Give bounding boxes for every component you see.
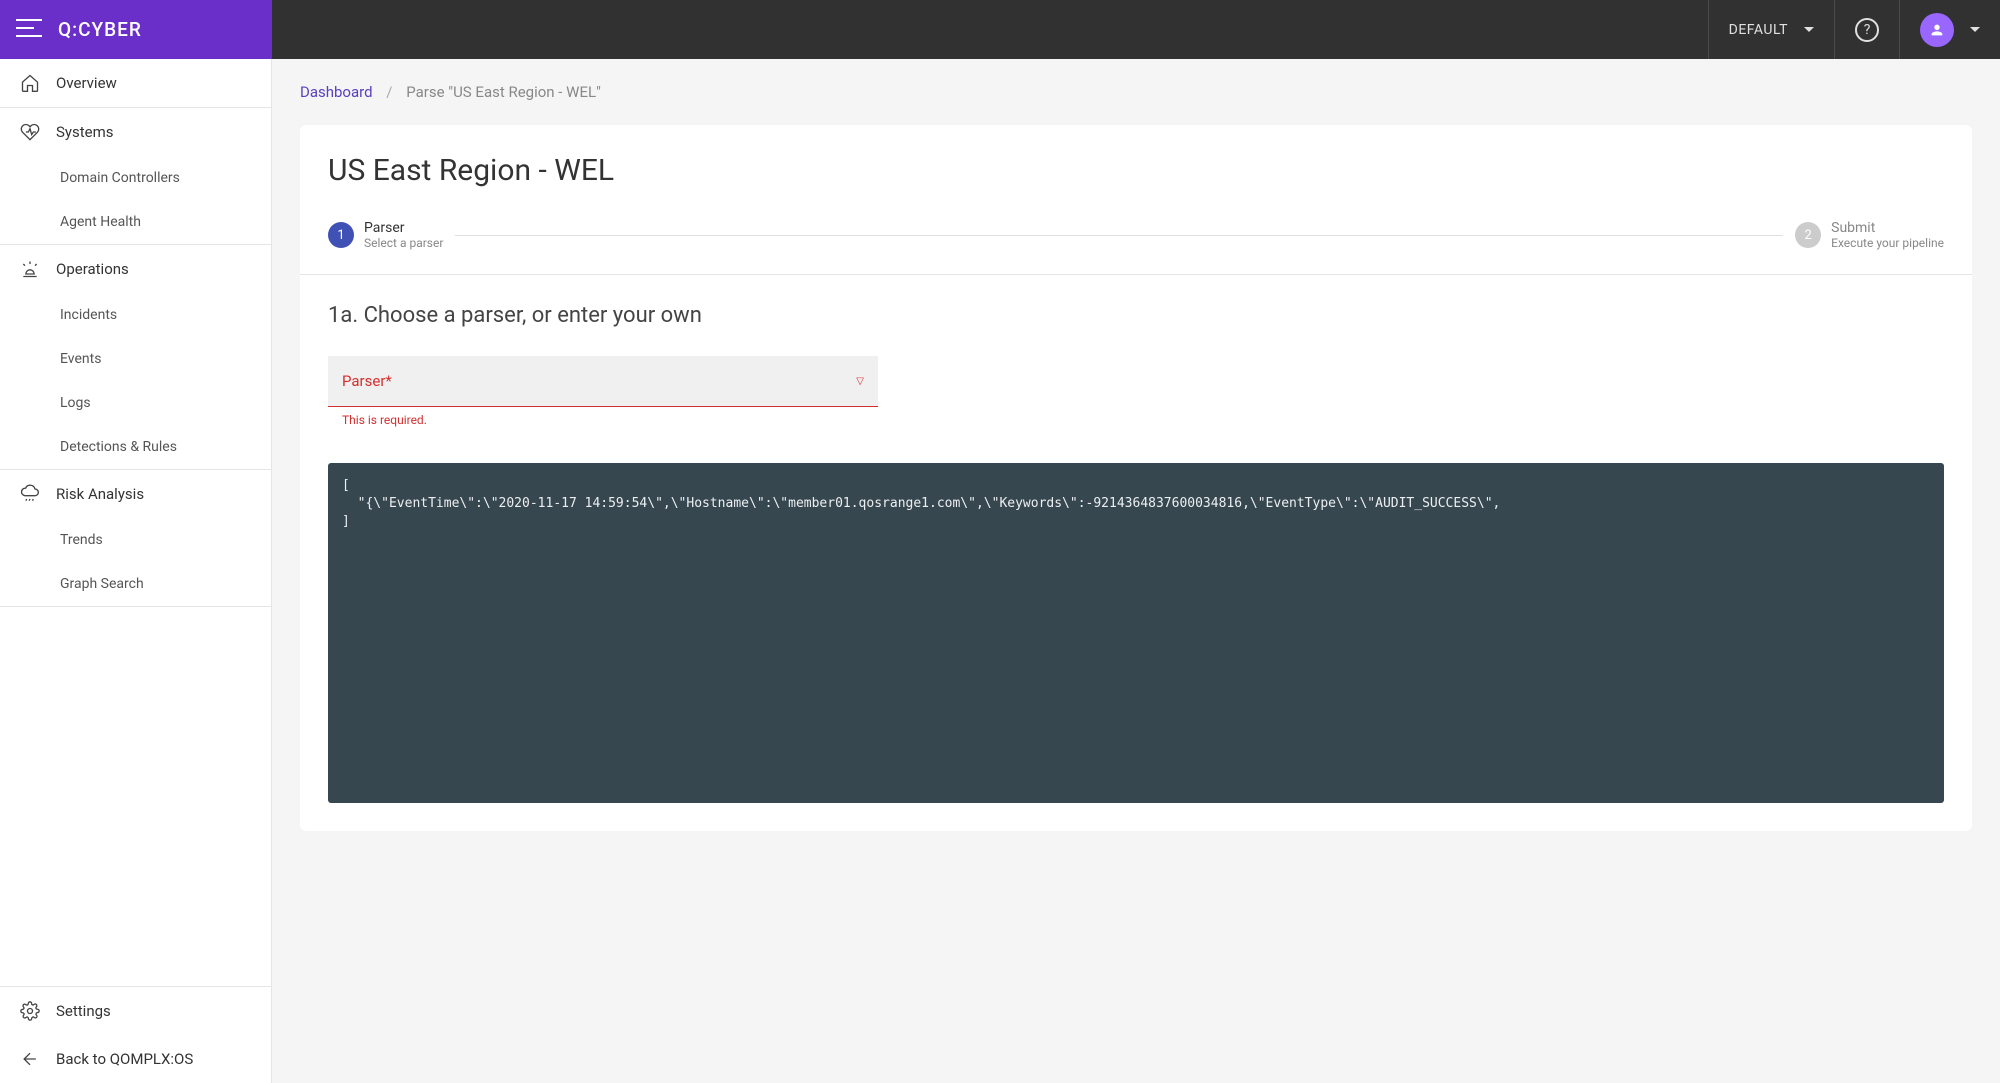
chevron-down-icon [1804, 27, 1814, 32]
step-labels: Submit Execute your pipeline [1831, 220, 1944, 250]
user-menu-button[interactable] [1899, 0, 2000, 59]
main-content: Dashboard / Parse "US East Region - WEL"… [272, 59, 2000, 1083]
brand-logo: Q:CYBER [58, 18, 142, 41]
page-title: US East Region - WEL [328, 153, 1944, 188]
breadcrumb-dashboard-link[interactable]: Dashboard [300, 83, 373, 101]
sidebar-item-label: Operations [56, 260, 129, 278]
sidebar-item-label: Risk Analysis [56, 485, 144, 503]
brand-section: Q:CYBER [0, 0, 272, 59]
sidebar-item-trends[interactable]: Trends [0, 518, 271, 562]
sidebar-item-risk-analysis[interactable]: Risk Analysis [0, 470, 271, 518]
step-subtitle: Select a parser [364, 236, 443, 250]
gear-icon [20, 1001, 40, 1021]
sidebar-item-logs[interactable]: Logs [0, 381, 271, 425]
sidebar-item-systems[interactable]: Systems [0, 108, 271, 156]
cloud-rain-icon [20, 484, 40, 504]
parser-select-label: Parser* [342, 372, 392, 390]
step-labels: Parser Select a parser [364, 220, 443, 250]
sidebar: Overview Systems Domain Controllers Agen… [0, 59, 272, 1083]
sidebar-item-graph-search[interactable]: Graph Search [0, 562, 271, 607]
sidebar-item-label: Detections & Rules [60, 439, 177, 455]
step-title: Submit [1831, 220, 1944, 236]
code-preview: [ "{\"EventTime\":\"2020-11-17 14:59:54\… [328, 463, 1944, 803]
home-icon [20, 73, 40, 93]
avatar [1920, 13, 1954, 47]
sidebar-item-label: Trends [60, 532, 103, 548]
sidebar-item-back[interactable]: Back to QOMPLX:OS [0, 1035, 271, 1083]
tenant-selector[interactable]: DEFAULT [1708, 0, 1834, 59]
chevron-down-icon [1970, 27, 1980, 32]
step-subtitle: Execute your pipeline [1831, 236, 1944, 250]
sidebar-item-domain-controllers[interactable]: Domain Controllers [0, 156, 271, 200]
help-button[interactable]: ? [1834, 0, 1899, 59]
sidebar-bottom-nav: Settings Back to QOMPLX:OS [0, 986, 271, 1083]
step-number-circle: 2 [1795, 222, 1821, 248]
breadcrumb-separator: / [386, 83, 392, 101]
sidebar-main-nav: Overview Systems Domain Controllers Agen… [0, 59, 271, 986]
header-toolbar: DEFAULT ? [272, 0, 2000, 59]
sidebar-item-label: Graph Search [60, 576, 144, 592]
step-submit[interactable]: 2 Submit Execute your pipeline [1795, 220, 1944, 250]
user-icon [1929, 22, 1945, 38]
sidebar-item-label: Domain Controllers [60, 170, 180, 186]
section-title: 1a. Choose a parser, or enter your own [328, 303, 1944, 328]
sidebar-item-label: Agent Health [60, 214, 141, 230]
stepper: 1 Parser Select a parser 2 Submit Execut… [328, 220, 1944, 250]
sidebar-item-settings[interactable]: Settings [0, 987, 271, 1035]
divider [300, 274, 1972, 275]
caret-down-icon: ▽ [856, 376, 864, 387]
step-number-circle: 1 [328, 222, 354, 248]
sidebar-item-label: Events [60, 351, 101, 367]
parser-select-trigger[interactable]: Parser* ▽ [328, 356, 878, 407]
top-header: Q:CYBER DEFAULT ? [0, 0, 2000, 59]
main-card: US East Region - WEL 1 Parser Select a p… [300, 125, 1972, 831]
back-arrow-icon [20, 1049, 40, 1069]
breadcrumb: Dashboard / Parse "US East Region - WEL" [300, 83, 1972, 101]
parser-select-field: Parser* ▽ This is required. [328, 356, 878, 427]
sidebar-item-detections-rules[interactable]: Detections & Rules [0, 425, 271, 470]
sidebar-item-label: Incidents [60, 307, 117, 323]
step-parser[interactable]: 1 Parser Select a parser [328, 220, 443, 250]
sidebar-item-label: Overview [56, 74, 117, 92]
sidebar-item-events[interactable]: Events [0, 337, 271, 381]
stepper-connector [455, 235, 1783, 236]
sidebar-item-agent-health[interactable]: Agent Health [0, 200, 271, 245]
siren-icon [20, 259, 40, 279]
breadcrumb-current: Parse "US East Region - WEL" [406, 83, 601, 101]
sidebar-item-label: Logs [60, 395, 91, 411]
sidebar-item-label: Back to QOMPLX:OS [56, 1050, 193, 1068]
sidebar-item-incidents[interactable]: Incidents [0, 293, 271, 337]
hamburger-icon [16, 18, 42, 38]
menu-toggle-button[interactable] [16, 18, 42, 42]
heartbeat-icon [20, 122, 40, 142]
tenant-label: DEFAULT [1729, 22, 1788, 38]
sidebar-item-operations[interactable]: Operations [0, 245, 271, 293]
sidebar-item-label: Systems [56, 123, 114, 141]
sidebar-item-label: Settings [56, 1002, 111, 1020]
step-title: Parser [364, 220, 443, 236]
help-icon: ? [1855, 18, 1879, 42]
parser-select-error: This is required. [328, 407, 878, 427]
sidebar-item-overview[interactable]: Overview [0, 59, 271, 108]
